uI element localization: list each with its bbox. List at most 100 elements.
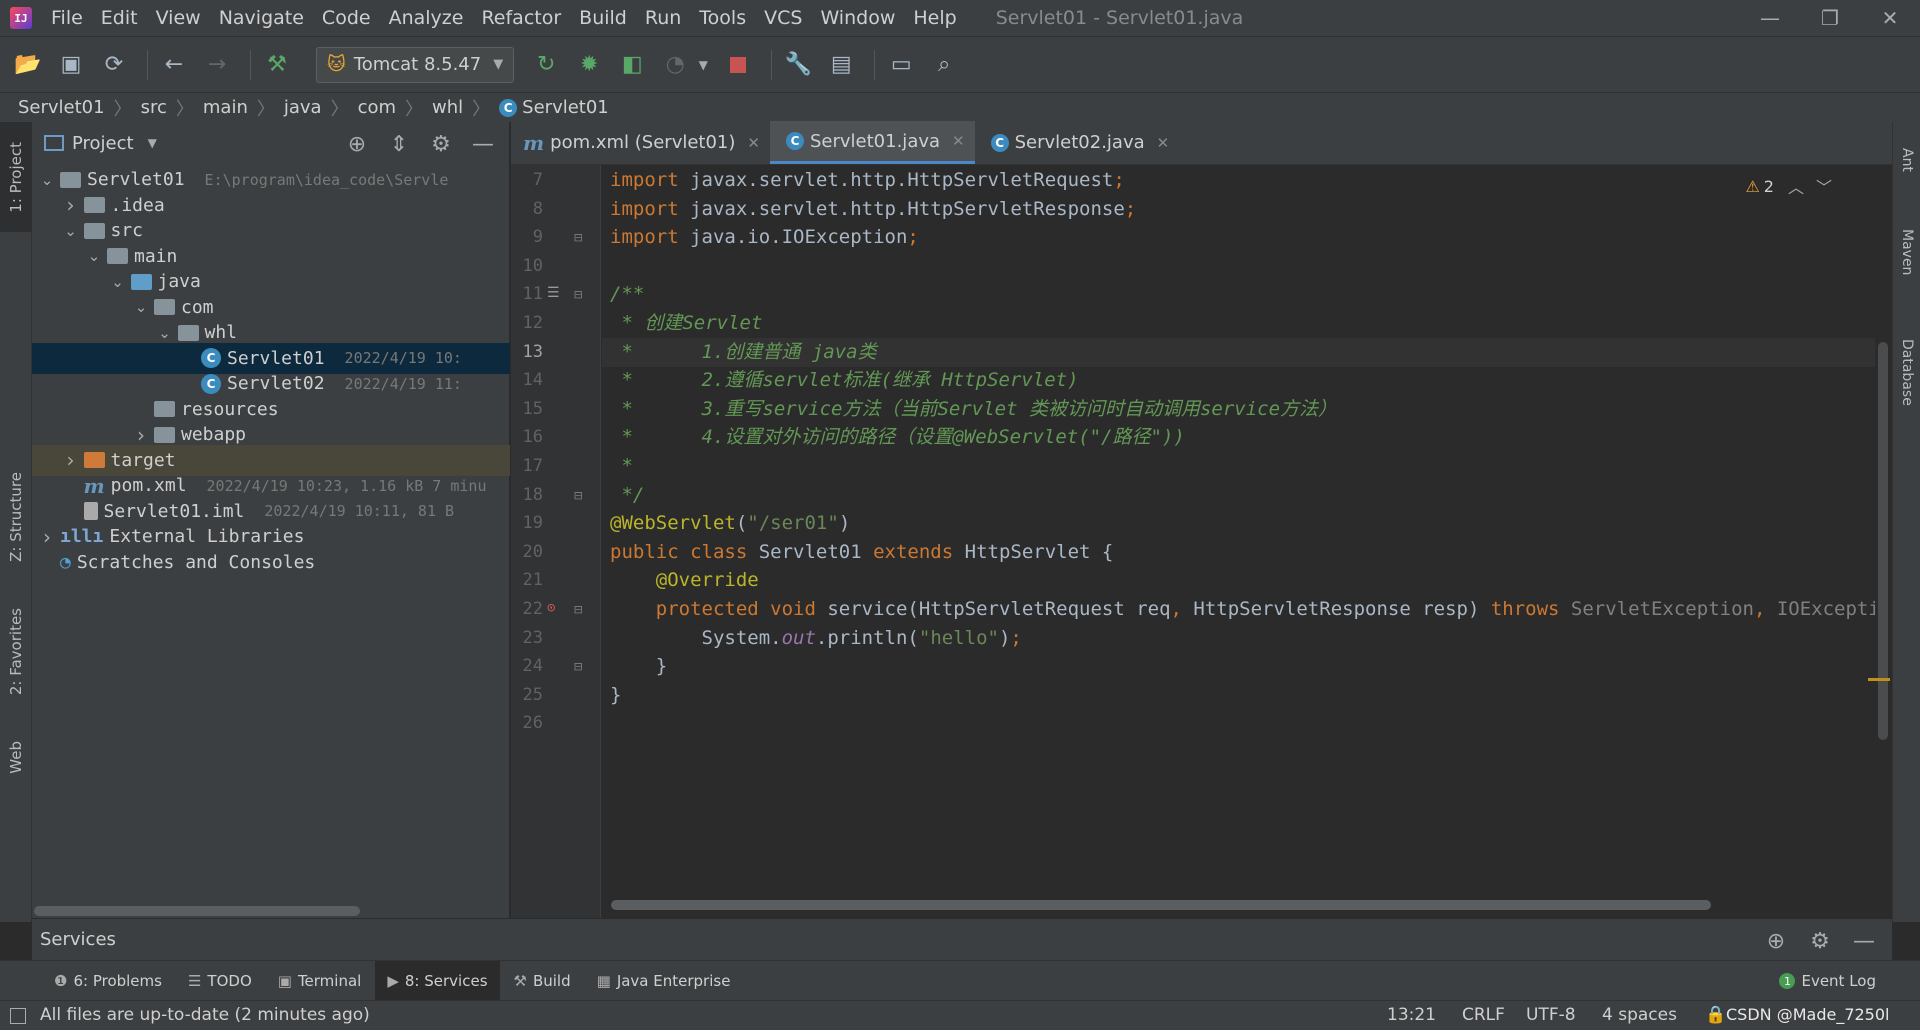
project-panel-title[interactable]: Project bbox=[72, 133, 134, 154]
lock-icon[interactable]: 🔒 bbox=[1705, 1005, 1726, 1025]
chevron-right-icon[interactable]: › bbox=[62, 193, 80, 217]
next-highlight-icon[interactable]: ﹀ bbox=[1816, 174, 1832, 198]
fold-marker-icon[interactable]: ⊟ bbox=[574, 602, 582, 618]
save-all-icon[interactable]: ▣ bbox=[53, 47, 89, 83]
fold-marker-icon[interactable]: ⊟ bbox=[574, 488, 582, 504]
file-encoding[interactable]: UTF-8 bbox=[1526, 1005, 1576, 1025]
tool-window-terminal[interactable]: ▣ Terminal bbox=[266, 961, 374, 1001]
debug-bug-icon[interactable]: ✹ bbox=[571, 47, 607, 83]
chevron-right-icon[interactable]: › bbox=[132, 423, 150, 447]
chevron-down-icon[interactable]: ⌄ bbox=[156, 324, 174, 342]
tool-window-todo[interactable]: ☰ TODO bbox=[176, 961, 264, 1001]
chevron-down-icon[interactable]: ▼ bbox=[148, 136, 157, 150]
prev-highlight-icon[interactable]: ︿ bbox=[1788, 174, 1804, 198]
stop-icon[interactable] bbox=[720, 47, 756, 83]
toggle-tool-windows-icon[interactable] bbox=[10, 1008, 26, 1024]
tab-structure[interactable]: Z: Structure bbox=[0, 457, 32, 577]
chevron-down-icon[interactable]: ⌄ bbox=[109, 273, 127, 291]
chevron-down-icon[interactable]: ⌄ bbox=[132, 298, 150, 316]
tab-favorites[interactable]: 2: Favorites bbox=[0, 592, 32, 712]
profile-dropdown-icon[interactable]: ▼ bbox=[693, 47, 713, 83]
restore-icon[interactable]: ❐ bbox=[1800, 0, 1860, 36]
tool-window-services[interactable]: ▶ 8: Services bbox=[375, 960, 500, 1001]
hide-panel-icon[interactable]: — bbox=[467, 128, 499, 160]
menu-item-vcs[interactable]: VCS bbox=[755, 7, 811, 29]
code-line[interactable]: * 创建Servlet bbox=[610, 309, 762, 338]
forward-arrow-icon[interactable]: → bbox=[199, 47, 235, 83]
editor-tab[interactable]: C Servlet01.java ✕ bbox=[770, 121, 975, 164]
menu-item-refactor[interactable]: Refactor bbox=[472, 7, 570, 29]
project-horizontal-scrollbar[interactable] bbox=[34, 906, 360, 916]
indent-setting[interactable]: 4 spaces bbox=[1602, 1005, 1677, 1025]
open-folder-icon[interactable]: 📂 bbox=[10, 47, 46, 83]
locate-target-icon[interactable]: ⊕ bbox=[341, 128, 373, 160]
breadcrumb-item[interactable]: java bbox=[284, 97, 322, 118]
code-line[interactable]: System.out.println("hello"); bbox=[610, 624, 1022, 653]
chevron-down-icon[interactable]: ⌄ bbox=[85, 247, 103, 265]
tab-ant[interactable]: Ant bbox=[1893, 130, 1920, 190]
code-line[interactable]: * 4.设置对外访问的路径（设置@WebServlet("/路径")) bbox=[610, 423, 1184, 452]
breadcrumb-item[interactable]: main bbox=[203, 97, 248, 118]
editor-tab[interactable]: m pom.xml (Servlet01) ✕ bbox=[511, 121, 770, 164]
menu-item-tools[interactable]: Tools bbox=[690, 7, 755, 29]
run-anything-icon[interactable]: ▭ bbox=[883, 47, 919, 83]
hide-panel-icon[interactable]: — bbox=[1846, 923, 1882, 959]
menu-item-view[interactable]: View bbox=[147, 7, 210, 29]
fold-marker-icon[interactable]: ⊟ bbox=[574, 287, 582, 303]
warning-marker[interactable] bbox=[1868, 678, 1890, 681]
tab-project[interactable]: 1: Project bbox=[0, 122, 32, 232]
code-line[interactable]: protected void service(HttpServletReques… bbox=[610, 595, 1875, 624]
breadcrumb-item[interactable]: com bbox=[358, 97, 396, 118]
tab-maven[interactable]: Maven bbox=[1893, 212, 1920, 292]
settings-wrench-icon[interactable]: 🔧 bbox=[780, 47, 816, 83]
search-icon[interactable]: ⌕ bbox=[926, 47, 962, 83]
run-configuration-selector[interactable]: 🐱 Tomcat 8.5.47 ▼ bbox=[316, 46, 515, 83]
code-area[interactable]: import javax.servlet.http.HttpServletReq… bbox=[602, 165, 1875, 918]
back-arrow-icon[interactable]: ← bbox=[156, 47, 192, 83]
code-line[interactable]: import javax.servlet.http.HttpServletRes… bbox=[610, 195, 1136, 224]
profile-icon[interactable]: ◔ bbox=[657, 47, 693, 83]
code-line[interactable]: * 1.创建普通 java类 bbox=[610, 338, 876, 367]
fold-marker-icon[interactable]: ⊟ bbox=[574, 230, 582, 246]
tab-web[interactable]: Web bbox=[0, 727, 32, 787]
menu-item-help[interactable]: Help bbox=[904, 7, 965, 29]
code-line[interactable]: * bbox=[610, 452, 632, 481]
editor-horizontal-scrollbar[interactable] bbox=[611, 900, 1711, 910]
tool-window-java-enterprise[interactable]: ▦ Java Enterprise bbox=[585, 961, 743, 1001]
code-line[interactable]: * 3.重写service方法（当前Servlet 类被访问时自动调用servi… bbox=[610, 395, 1337, 424]
tool-window-build[interactable]: ⚒ Build bbox=[502, 961, 583, 1001]
breadcrumb-item[interactable]: Servlet01 bbox=[522, 97, 609, 118]
minimize-icon[interactable]: — bbox=[1740, 0, 1800, 36]
line-separator[interactable]: CRLF bbox=[1462, 1005, 1505, 1025]
locate-target-icon[interactable]: ⊕ bbox=[1758, 923, 1794, 959]
tab-database[interactable]: Database bbox=[1893, 317, 1920, 427]
gear-icon[interactable]: ⚙ bbox=[425, 128, 457, 160]
coverage-icon[interactable]: ◧ bbox=[614, 47, 650, 83]
javadoc-render-icon[interactable]: ☰ bbox=[547, 285, 560, 301]
fold-marker-icon[interactable]: ⊟ bbox=[574, 659, 582, 675]
close-tab-icon[interactable]: ✕ bbox=[1157, 134, 1170, 152]
code-line[interactable]: import javax.servlet.http.HttpServletReq… bbox=[610, 166, 1125, 195]
project-structure-icon[interactable]: ▤ bbox=[823, 47, 859, 83]
code-line[interactable]: } bbox=[610, 681, 621, 710]
close-tab-icon[interactable]: ✕ bbox=[952, 132, 965, 150]
menu-item-run[interactable]: Run bbox=[636, 7, 690, 29]
menu-item-build[interactable]: Build bbox=[570, 7, 636, 29]
chevron-right-icon[interactable]: › bbox=[38, 525, 56, 549]
override-marker-icon[interactable]: ⊙ bbox=[547, 600, 555, 616]
code-line[interactable]: * 2.遵循servlet标准(继承 HttpServlet) bbox=[610, 366, 1078, 395]
collapse-all-icon[interactable]: ⇕ bbox=[383, 128, 415, 160]
build-hammer-icon[interactable]: ⚒ bbox=[259, 47, 295, 83]
code-line[interactable]: import java.io.IOException; bbox=[610, 223, 919, 252]
close-tab-icon[interactable]: ✕ bbox=[747, 134, 760, 152]
breadcrumb-item[interactable]: whl bbox=[432, 97, 463, 118]
breadcrumb-item[interactable]: src bbox=[141, 97, 167, 118]
inspection-widget[interactable]: ⚠ 2 ︿ ﹀ bbox=[1745, 174, 1832, 198]
code-line[interactable]: @WebServlet("/ser01") bbox=[610, 509, 850, 538]
chevron-down-icon[interactable]: ⌄ bbox=[62, 222, 80, 240]
sync-icon[interactable]: ⟳ bbox=[96, 47, 132, 83]
code-line[interactable]: */ bbox=[610, 481, 644, 510]
menu-item-navigate[interactable]: Navigate bbox=[210, 7, 313, 29]
menu-item-edit[interactable]: Edit bbox=[92, 7, 147, 29]
gear-icon[interactable]: ⚙ bbox=[1802, 923, 1838, 959]
